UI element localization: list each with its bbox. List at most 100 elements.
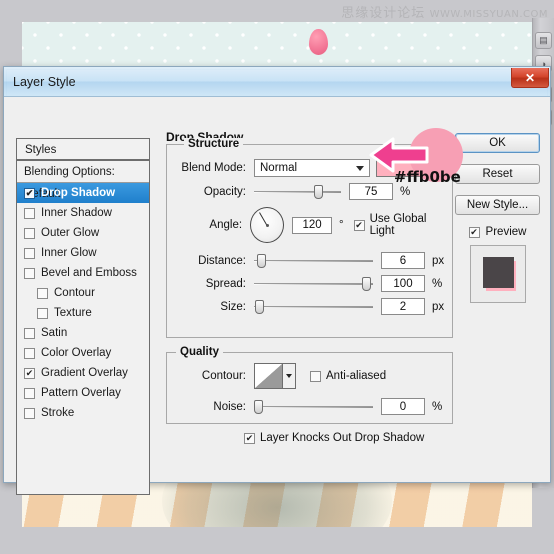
noise-slider[interactable] — [254, 399, 373, 415]
size-label: Size: — [220, 300, 246, 313]
sidebar-item-satin[interactable]: ✔ Satin — [17, 323, 149, 343]
watermark-chinese: 思缘设计论坛 — [341, 6, 426, 21]
sidebar-item-label: Texture — [54, 307, 92, 319]
preview-checkbox[interactable]: ✔ Preview — [455, 226, 540, 238]
use-global-light-label: Use Global Light — [369, 213, 427, 237]
use-global-light-checkbox[interactable]: ✔ Use Global Light — [353, 213, 449, 237]
layer-knocks-out-label: Layer Knocks Out Drop Shadow — [260, 432, 425, 444]
preview-shape — [482, 257, 514, 288]
checkbox-layer-knocks-out[interactable]: ✔ — [244, 432, 255, 444]
angle-input[interactable]: 120 — [292, 216, 332, 234]
anti-aliased-checkbox[interactable]: ✔ Anti-aliased — [310, 370, 386, 382]
sidebar-item-label: Satin — [41, 327, 68, 339]
checkbox-inner-glow[interactable]: ✔ — [24, 247, 35, 259]
noise-slider-track — [254, 405, 373, 408]
checkbox-contour[interactable]: ✔ — [37, 287, 48, 299]
spread-row: Spread: 100 % — [174, 275, 449, 292]
sidebar-item-contour[interactable]: ✔ Contour — [17, 283, 149, 303]
ok-button[interactable]: OK — [455, 133, 540, 153]
opacity-slider[interactable] — [254, 184, 341, 200]
checkbox-stroke[interactable]: ✔ — [24, 407, 35, 419]
distance-slider[interactable] — [254, 253, 373, 269]
checkbox-pattern-overlay[interactable]: ✔ — [24, 387, 35, 399]
styles-list-panel: Styles Blending Options: Default ✔ Drop … — [16, 138, 150, 495]
angle-dial[interactable] — [250, 207, 285, 243]
new-style-button[interactable]: New Style... — [455, 195, 540, 215]
sidebar-item-color-overlay[interactable]: ✔ Color Overlay — [17, 343, 149, 363]
checkbox-preview[interactable]: ✔ — [468, 226, 480, 238]
sidebar-item-label: Inner Glow — [41, 247, 97, 259]
sidebar-item-inner-shadow[interactable]: ✔ Inner Shadow — [17, 203, 149, 223]
close-icon[interactable]: ✕ — [511, 68, 549, 88]
distance-row: Distance: 6 px — [174, 252, 449, 269]
opacity-label: Opacity: — [203, 185, 246, 198]
size-slider[interactable] — [254, 299, 373, 315]
spread-slider-thumb[interactable] — [362, 276, 371, 291]
distance-slider-thumb[interactable] — [257, 253, 266, 268]
sidebar-item-pattern-overlay[interactable]: ✔ Pattern Overlay — [17, 383, 149, 403]
angle-dial-center — [265, 223, 269, 227]
noise-row: Noise: 0 % — [174, 398, 449, 415]
size-input[interactable]: 2 — [381, 298, 425, 315]
checkbox-outer-glow[interactable]: ✔ — [24, 227, 35, 239]
noise-slider-thumb[interactable] — [254, 399, 263, 414]
anti-aliased-label: Anti-aliased — [326, 370, 387, 382]
contour-curve-icon — [255, 364, 282, 388]
size-slider-thumb[interactable] — [255, 299, 264, 314]
distance-unit: px — [432, 254, 445, 267]
checkbox-anti-aliased[interactable]: ✔ — [310, 370, 321, 382]
opacity-slider-thumb[interactable] — [314, 184, 323, 199]
sidebar-item-label: Stroke — [41, 407, 75, 419]
blend-mode-label: Blend Mode: — [181, 162, 246, 174]
layer-style-dialog: Layer Style ✕ Styles Blending Options: D… — [3, 66, 551, 495]
checkbox-bevel-and-emboss[interactable]: ✔ — [24, 267, 35, 279]
reset-button[interactable]: Reset — [455, 164, 540, 184]
sidebar-item-texture[interactable]: ✔ Texture — [17, 303, 149, 323]
sidebar-item-label: Contour — [54, 287, 95, 299]
spread-input[interactable]: 100 — [381, 275, 425, 292]
spread-unit: % — [432, 277, 443, 290]
spread-slider[interactable] — [254, 276, 373, 292]
watermark: 思缘设计论坛 WWW.MISSYUAN.COM — [341, 2, 548, 21]
dialog-action-buttons: OK Reset New Style... ✔ Preview — [455, 133, 540, 303]
opacity-unit: % — [400, 185, 411, 198]
sidebar-item-label: Pattern Overlay — [41, 387, 121, 399]
screenshot-root: 思缘设计论坛 WWW.MISSYUAN.COM ▤ ◑ ⟲ ▦ Layer St… — [0, 0, 554, 554]
structure-group-label: Structure — [184, 138, 244, 150]
contour-label: Contour: — [201, 370, 246, 382]
checkbox-use-global-light[interactable]: ✔ — [353, 219, 365, 231]
dock-image-icon[interactable]: ▤ — [535, 32, 552, 49]
dialog-title: Layer Style — [13, 74, 76, 89]
sidebar-item-inner-glow[interactable]: ✔ Inner Glow — [17, 243, 149, 263]
checkbox-color-overlay[interactable]: ✔ — [24, 347, 35, 359]
noise-input[interactable]: 0 — [381, 398, 425, 415]
noise-unit: % — [432, 400, 443, 413]
style-preview-thumbnail — [469, 245, 526, 303]
layer-knocks-out-drop-shadow-checkbox[interactable]: ✔ Layer Knocks Out Drop Shadow — [244, 432, 424, 444]
sidebar-item-outer-glow[interactable]: ✔ Outer Glow — [17, 223, 149, 243]
checkbox-drop-shadow[interactable]: ✔ — [24, 187, 35, 199]
sidebar-item-stroke[interactable]: ✔ Stroke — [17, 403, 149, 423]
dialog-titlebar[interactable]: Layer Style ✕ — [4, 67, 550, 97]
checkbox-texture[interactable]: ✔ — [37, 307, 48, 319]
checkbox-inner-shadow[interactable]: ✔ — [24, 207, 35, 219]
sidebar-item-blending-options[interactable]: Blending Options: Default — [17, 161, 149, 200]
contour-preset-select[interactable] — [254, 363, 296, 389]
opacity-input[interactable]: 75 — [349, 183, 393, 200]
size-slider-track — [254, 305, 373, 308]
styles-header[interactable]: Styles — [17, 139, 149, 161]
angle-row: Angle: 120 ° ✔ Use Global Light — [174, 207, 449, 243]
sidebar-item-label: Gradient Overlay — [41, 367, 128, 379]
sidebar-item-gradient-overlay[interactable]: ✔ Gradient Overlay — [17, 363, 149, 383]
checkbox-gradient-overlay[interactable]: ✔ — [24, 367, 35, 379]
chevron-down-icon[interactable] — [282, 364, 295, 388]
spread-slider-track — [254, 282, 373, 285]
distance-input[interactable]: 6 — [381, 252, 425, 269]
sidebar-item-bevel-and-emboss[interactable]: ✔ Bevel and Emboss — [17, 263, 149, 283]
quality-group-label: Quality — [176, 346, 223, 358]
size-row: Size: 2 px — [174, 298, 449, 315]
size-unit: px — [432, 300, 445, 313]
checkbox-satin[interactable]: ✔ — [24, 327, 35, 339]
sidebar-item-label: Bevel and Emboss — [41, 267, 137, 279]
blend-mode-select[interactable]: Normal — [254, 159, 370, 177]
